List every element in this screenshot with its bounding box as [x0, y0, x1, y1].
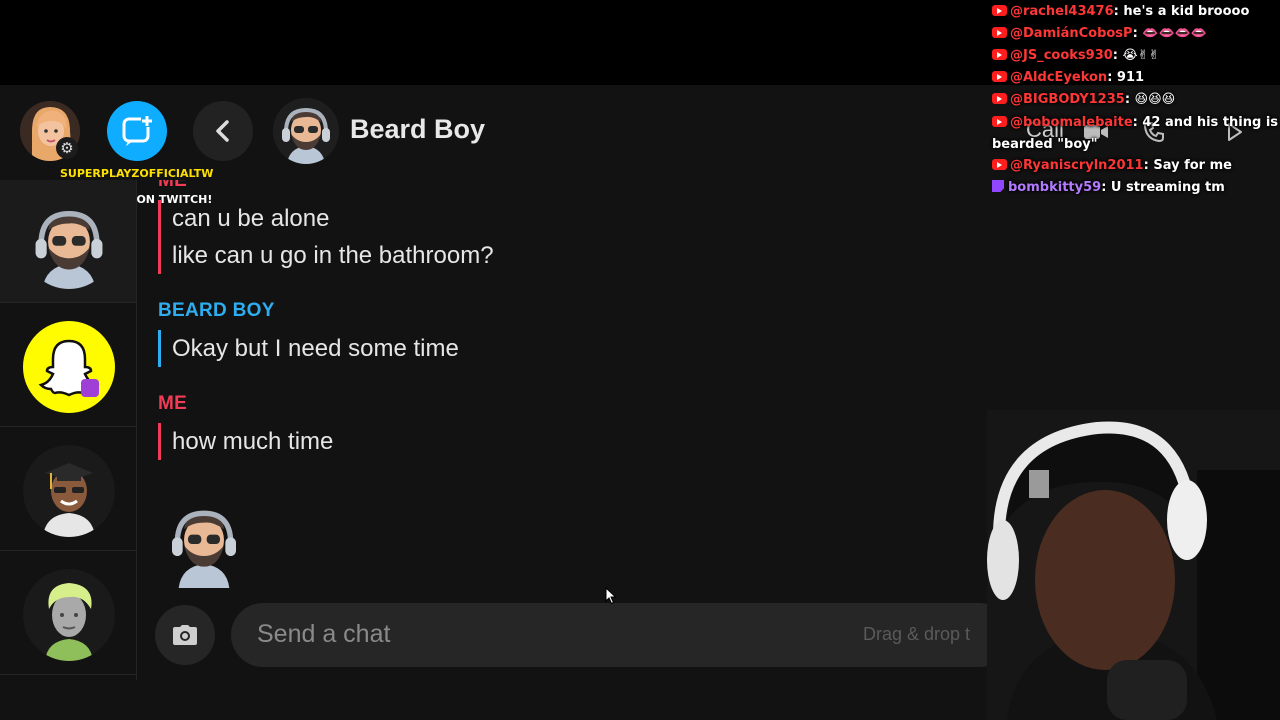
typing-bitmoji	[160, 492, 248, 588]
streamer-webcam	[987, 410, 1280, 720]
sidebar-item-friend-graduate[interactable]	[0, 428, 136, 551]
message-text[interactable]: how much time	[172, 423, 333, 460]
twitch-icon	[992, 180, 1004, 192]
youtube-icon	[992, 93, 1007, 104]
message-group: how much time	[158, 423, 333, 460]
avatar	[23, 197, 115, 289]
avatar	[23, 569, 115, 661]
camera-icon	[173, 625, 197, 645]
message-text[interactable]: like can u go in the bathroom?	[172, 237, 494, 274]
stream-username-overlay: SUPERPLAYZOFFICIALTW	[60, 167, 214, 180]
sidebar-item-team-snapchat[interactable]	[0, 304, 136, 427]
gear-icon[interactable]: ⚙	[56, 137, 78, 159]
contact-avatar[interactable]	[273, 98, 339, 164]
message-text[interactable]: can u be alone	[172, 200, 494, 237]
message-sender: BEARD BOY	[158, 300, 275, 321]
back-button[interactable]	[193, 101, 253, 161]
youtube-icon	[992, 71, 1007, 82]
drag-drop-hint: Drag & drop t	[863, 624, 971, 644]
chat-input-placeholder: Send a chat	[257, 620, 391, 648]
message-sender: ME	[158, 180, 188, 191]
friends-sidebar	[0, 180, 137, 680]
stream-chat-message: @Ryaniscryln2011: Say for me	[992, 158, 1232, 173]
stream-chat-message: bombkitty59: U streaming tm	[992, 180, 1225, 195]
snapchat-ghost-icon	[23, 321, 115, 413]
message-sender: ME	[158, 393, 188, 414]
youtube-icon	[992, 49, 1007, 60]
camera-button[interactable]	[155, 605, 215, 665]
new-chat-button[interactable]	[107, 101, 167, 161]
stream-chat-message: @AldcEyekon: 911	[992, 70, 1144, 85]
stream-chat-message: @DamiánCobosP: 👄👄👄👄	[992, 26, 1207, 41]
stream-chat-message: @bobomalebaite: 42 and his thing is	[992, 115, 1278, 130]
chat-thread: ME can u be alone like can u go in the b…	[137, 180, 987, 600]
stream-chat-message: @JS_cooks930: 😭✌✌	[992, 48, 1160, 63]
stream-chat-message: @BIGBODY1235: 😆😆😆	[992, 92, 1175, 107]
chevron-left-icon	[216, 120, 229, 142]
contact-name[interactable]: Beard Boy	[350, 114, 485, 145]
chat-input[interactable]: Send a chat Drag & drop t	[231, 603, 1011, 667]
stream-chat-message: @rachel43476: he's a kid broooo	[992, 4, 1249, 19]
message-group: can u be alone like can u go in the bath…	[158, 200, 494, 274]
youtube-icon	[992, 116, 1007, 127]
stream-chat-message: bearded "boy"	[992, 137, 1098, 152]
youtube-icon	[992, 159, 1007, 170]
message-group: Okay but I need some time	[158, 330, 459, 367]
mouse-cursor-icon	[605, 587, 617, 605]
new-chat-icon	[122, 115, 153, 146]
message-text[interactable]: Okay but I need some time	[172, 330, 459, 367]
avatar	[23, 445, 115, 537]
sidebar-item-beard-boy[interactable]	[0, 180, 136, 303]
youtube-icon	[992, 5, 1007, 16]
sidebar-item-friend-green-hair[interactable]	[0, 552, 136, 675]
youtube-icon	[992, 27, 1007, 38]
